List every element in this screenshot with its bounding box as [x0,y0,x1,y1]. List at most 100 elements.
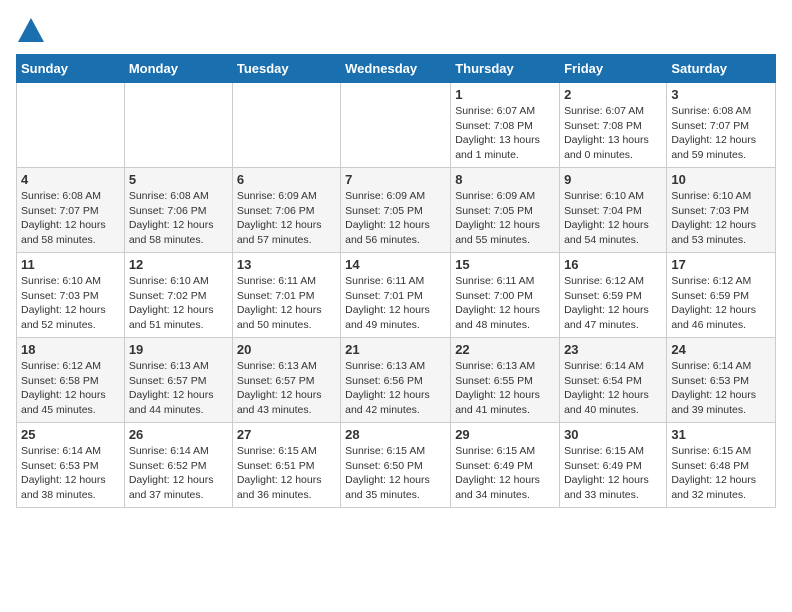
calendar-week-5: 25Sunrise: 6:14 AM Sunset: 6:53 PM Dayli… [17,423,776,508]
calendar-cell: 9 Sunrise: 6:10 AM Sunset: 7:04 PM Daylig… [560,168,667,253]
day-info: Sunrise: 6:15 AM Sunset: 6:48 PM Dayligh… [671,444,771,503]
day-number: 3 [671,87,771,102]
calendar-cell [341,83,451,168]
day-number: 29 [455,427,555,442]
day-number: 11 [21,257,120,272]
calendar-cell: 24 Sunrise: 6:14 AM Sunset: 6:53 PM Dayli… [667,338,776,423]
day-info: Sunrise: 6:15 AM Sunset: 6:49 PM Dayligh… [455,444,555,503]
day-number: 25 [21,427,120,442]
calendar-cell: 14 Sunrise: 6:11 AM Sunset: 7:01 PM Dayli… [341,253,451,338]
calendar-cell [232,83,340,168]
day-info: Sunrise: 6:09 AM Sunset: 7:06 PM Dayligh… [237,189,336,248]
day-number: 17 [671,257,771,272]
calendar-cell: 13 Sunrise: 6:11 AM Sunset: 7:01 PM Dayli… [232,253,340,338]
day-number: 12 [129,257,228,272]
day-info: Sunrise: 6:15 AM Sunset: 6:49 PM Dayligh… [564,444,662,503]
day-info: Sunrise: 6:10 AM Sunset: 7:04 PM Dayligh… [564,189,662,248]
header-wednesday: Wednesday [341,55,451,83]
header-tuesday: Tuesday [232,55,340,83]
calendar-cell: 20Sunrise: 6:13 AM Sunset: 6:57 PM Dayli… [232,338,340,423]
day-number: 18 [21,342,120,357]
calendar-cell: 23 Sunrise: 6:14 AM Sunset: 6:54 PM Dayli… [560,338,667,423]
calendar-cell: 5Sunrise: 6:08 AM Sunset: 7:06 PM Daylig… [124,168,232,253]
day-info: Sunrise: 6:14 AM Sunset: 6:52 PM Dayligh… [129,444,228,503]
day-number: 5 [129,172,228,187]
calendar-cell: 26 Sunrise: 6:14 AM Sunset: 6:52 PM Dayli… [124,423,232,508]
day-info: Sunrise: 6:11 AM Sunset: 7:01 PM Dayligh… [345,274,446,333]
calendar-cell: 6Sunrise: 6:09 AM Sunset: 7:06 PM Daylig… [232,168,340,253]
calendar-week-4: 18 Sunrise: 6:12 AM Sunset: 6:58 PM Dayli… [17,338,776,423]
day-number: 4 [21,172,120,187]
day-info: Sunrise: 6:14 AM Sunset: 6:54 PM Dayligh… [564,359,662,418]
calendar-cell: 3 Sunrise: 6:08 AM Sunset: 7:07 PM Daylig… [667,83,776,168]
day-number: 23 [564,342,662,357]
logo-icon [16,16,46,46]
day-number: 2 [564,87,662,102]
day-number: 20 [237,342,336,357]
logo [16,16,50,46]
day-info: Sunrise: 6:12 AM Sunset: 6:59 PM Dayligh… [671,274,771,333]
header-saturday: Saturday [667,55,776,83]
calendar-cell: 12Sunrise: 6:10 AM Sunset: 7:02 PM Dayli… [124,253,232,338]
day-number: 8 [455,172,555,187]
day-info: Sunrise: 6:07 AM Sunset: 7:08 PM Dayligh… [455,104,555,163]
calendar-week-3: 11 Sunrise: 6:10 AM Sunset: 7:03 PM Dayli… [17,253,776,338]
day-info: Sunrise: 6:13 AM Sunset: 6:55 PM Dayligh… [455,359,555,418]
calendar-cell: 8 Sunrise: 6:09 AM Sunset: 7:05 PM Daylig… [451,168,560,253]
day-info: Sunrise: 6:13 AM Sunset: 6:57 PM Dayligh… [129,359,228,418]
day-number: 13 [237,257,336,272]
calendar-cell: 22Sunrise: 6:13 AM Sunset: 6:55 PM Dayli… [451,338,560,423]
header-sunday: Sunday [17,55,125,83]
day-info: Sunrise: 6:08 AM Sunset: 7:07 PM Dayligh… [671,104,771,163]
day-number: 31 [671,427,771,442]
calendar-cell: 10 Sunrise: 6:10 AM Sunset: 7:03 PM Dayli… [667,168,776,253]
day-info: Sunrise: 6:08 AM Sunset: 7:07 PM Dayligh… [21,189,120,248]
day-number: 7 [345,172,446,187]
day-number: 14 [345,257,446,272]
calendar-cell: 28Sunrise: 6:15 AM Sunset: 6:50 PM Dayli… [341,423,451,508]
day-info: Sunrise: 6:09 AM Sunset: 7:05 PM Dayligh… [455,189,555,248]
calendar-cell: 19 Sunrise: 6:13 AM Sunset: 6:57 PM Dayli… [124,338,232,423]
day-info: Sunrise: 6:12 AM Sunset: 6:58 PM Dayligh… [21,359,120,418]
calendar-cell [17,83,125,168]
calendar-cell: 2 Sunrise: 6:07 AM Sunset: 7:08 PM Daylig… [560,83,667,168]
calendar-cell: 30Sunrise: 6:15 AM Sunset: 6:49 PM Dayli… [560,423,667,508]
day-info: Sunrise: 6:09 AM Sunset: 7:05 PM Dayligh… [345,189,446,248]
calendar-cell: 1 Sunrise: 6:07 AM Sunset: 7:08 PM Daylig… [451,83,560,168]
day-info: Sunrise: 6:12 AM Sunset: 6:59 PM Dayligh… [564,274,662,333]
day-number: 26 [129,427,228,442]
calendar-week-2: 4 Sunrise: 6:08 AM Sunset: 7:07 PM Daylig… [17,168,776,253]
header-thursday: Thursday [451,55,560,83]
day-number: 1 [455,87,555,102]
calendar-cell: 4 Sunrise: 6:08 AM Sunset: 7:07 PM Daylig… [17,168,125,253]
day-info: Sunrise: 6:11 AM Sunset: 7:01 PM Dayligh… [237,274,336,333]
calendar-cell: 17 Sunrise: 6:12 AM Sunset: 6:59 PM Dayli… [667,253,776,338]
calendar-header-row: SundayMondayTuesdayWednesdayThursdayFrid… [17,55,776,83]
day-info: Sunrise: 6:11 AM Sunset: 7:00 PM Dayligh… [455,274,555,333]
day-number: 15 [455,257,555,272]
day-number: 10 [671,172,771,187]
calendar-cell: 15 Sunrise: 6:11 AM Sunset: 7:00 PM Dayli… [451,253,560,338]
day-number: 27 [237,427,336,442]
calendar-cell: 21 Sunrise: 6:13 AM Sunset: 6:56 PM Dayli… [341,338,451,423]
day-info: Sunrise: 6:13 AM Sunset: 6:56 PM Dayligh… [345,359,446,418]
calendar-cell: 18 Sunrise: 6:12 AM Sunset: 6:58 PM Dayli… [17,338,125,423]
calendar-cell [124,83,232,168]
day-number: 16 [564,257,662,272]
day-number: 19 [129,342,228,357]
calendar-cell: 7 Sunrise: 6:09 AM Sunset: 7:05 PM Daylig… [341,168,451,253]
day-number: 21 [345,342,446,357]
day-info: Sunrise: 6:10 AM Sunset: 7:03 PM Dayligh… [671,189,771,248]
day-number: 9 [564,172,662,187]
day-info: Sunrise: 6:15 AM Sunset: 6:51 PM Dayligh… [237,444,336,503]
calendar-cell: 31 Sunrise: 6:15 AM Sunset: 6:48 PM Dayli… [667,423,776,508]
day-number: 24 [671,342,771,357]
day-number: 28 [345,427,446,442]
calendar-cell: 27 Sunrise: 6:15 AM Sunset: 6:51 PM Dayli… [232,423,340,508]
calendar-table: SundayMondayTuesdayWednesdayThursdayFrid… [16,54,776,508]
day-info: Sunrise: 6:10 AM Sunset: 7:03 PM Dayligh… [21,274,120,333]
calendar-cell: 29 Sunrise: 6:15 AM Sunset: 6:49 PM Dayli… [451,423,560,508]
day-info: Sunrise: 6:07 AM Sunset: 7:08 PM Dayligh… [564,104,662,163]
day-info: Sunrise: 6:14 AM Sunset: 6:53 PM Dayligh… [671,359,771,418]
calendar-cell: 25Sunrise: 6:14 AM Sunset: 6:53 PM Dayli… [17,423,125,508]
